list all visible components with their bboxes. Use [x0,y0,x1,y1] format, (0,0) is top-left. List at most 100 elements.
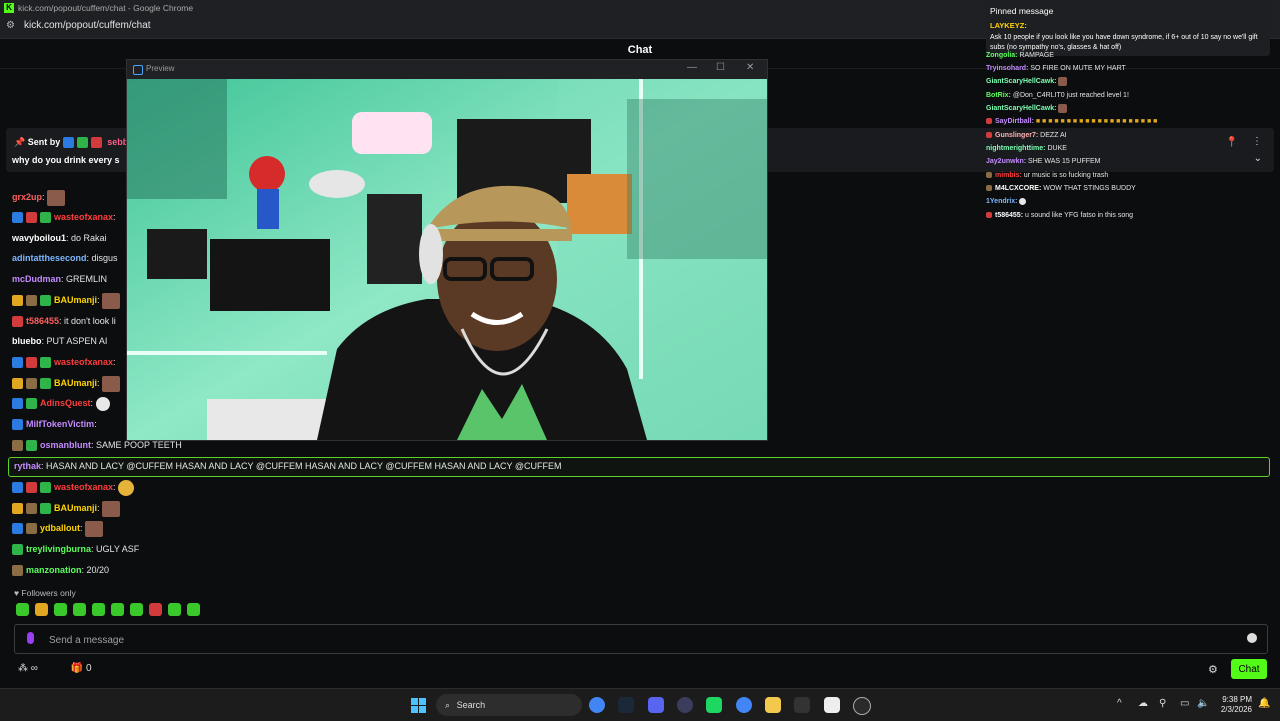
steam-icon[interactable] [618,697,634,713]
overlay-chat-message[interactable]: 1Yendrix: [986,195,1027,208]
chat-username[interactable]: ydballout [40,523,80,533]
chat-message[interactable]: BAUmanji: [12,373,121,393]
chat-message[interactable]: wavyboilou1: do Rakai [12,228,107,248]
overlay-username[interactable]: Tryinsohard: [986,65,1028,72]
overlay-username[interactable]: t586455: [995,212,1023,219]
emote-icon[interactable] [16,603,29,616]
emote-icon[interactable] [73,603,86,616]
site-settings-icon[interactable]: ⚙ [6,20,15,31]
emote-icon[interactable] [130,603,143,616]
pin-icon[interactable]: 📍 [1226,137,1238,148]
chat-message[interactable]: BAUmanji: [12,290,121,310]
overlay-username[interactable]: M4LCXCORE: [995,185,1041,192]
cloud-icon[interactable]: ☁ [1138,698,1148,709]
overlay-chat-message[interactable]: Jay2unwkn: SHE WAS 15 PUFFEM [986,155,1101,168]
pinned-user[interactable]: LAYKEYZ: [990,21,1027,30]
chat-username[interactable]: MilfTokenVictim [26,419,94,429]
display-icon[interactable]: ▭ [1180,698,1189,709]
overlay-username[interactable]: SayDirtball: [995,118,1034,125]
chat-username[interactable]: rythak [14,461,41,471]
chrome-icon[interactable] [589,697,605,713]
tray-chevron-icon[interactable]: ^ [1117,698,1122,709]
overlay-chat-message[interactable]: BotRix: @Don_C4RLIT0 just reached level … [986,89,1129,102]
chat-username[interactable]: bluebo [12,336,42,346]
emote-icon[interactable] [149,603,162,616]
chat-username[interactable]: AdinsQuest [40,398,91,408]
volume-icon[interactable]: 🔈 [1197,698,1209,709]
chat-username[interactable]: BAUmanji [54,503,97,513]
overlay-username[interactable]: nightmerighttime: [986,145,1046,152]
overlay-username[interactable]: GiantScaryHellCawk: [986,105,1056,112]
chevron-down-icon[interactable]: ⌄ [1254,153,1262,164]
overlay-chat-message[interactable]: M4LCXCORE: WOW THAT STINGS BUDDY [986,182,1136,195]
taskbar-clock[interactable]: 9:38 PM 2/3/2026 [1212,695,1252,715]
chat-username[interactable]: wasteofxanax [54,212,113,222]
app-icon-3[interactable] [853,697,871,715]
chat-username[interactable]: t586455 [26,316,59,326]
chat-message[interactable]: wasteofxanax: [12,352,116,372]
chat-username[interactable]: treylivingburna [26,544,91,554]
chat-username[interactable]: BAUmanji [54,295,97,305]
notification-bell-icon[interactable]: 🔔 [1258,698,1270,709]
overlay-chat-message[interactable]: mimbis: ur music is so fucking trash [986,169,1108,182]
preview-window[interactable]: Preview — ☐ ✕ [126,59,768,441]
chat-message[interactable]: adintatthesecond: disgus [12,248,118,268]
file-explorer-icon[interactable] [765,697,781,713]
chat-username[interactable]: adintatthesecond [12,253,87,263]
overlay-username[interactable]: Jay2unwkn: [986,158,1026,165]
overlay-username[interactable]: 1Yendrix: [986,198,1018,205]
chat-message[interactable]: t586455: it don't look li [12,311,116,331]
chat-username[interactable]: manzonation [26,565,82,575]
chat-message[interactable]: manzonation: 20/20 [12,560,109,580]
overlay-username[interactable]: BotRix: [986,92,1011,99]
overlay-chat-message[interactable]: t586455: u sound like YFG fatso in this … [986,209,1133,222]
overlay-chat-message[interactable]: Tryinsohard: SO FIRE ON MUTE MY HART [986,62,1126,75]
chat-username[interactable]: grx2up [12,192,42,202]
network-icon[interactable]: ⚲ [1159,698,1166,709]
emote-icon[interactable] [35,603,48,616]
chat-username[interactable]: wasteofxanax [54,482,113,492]
chat-input-box[interactable] [14,624,1268,654]
overlay-chat-message[interactable]: SayDirtball: ■ ■ ■ ■ ■ ■ ■ ■ ■ ■ ■ ■ ■ ■… [986,115,1157,128]
chat-message-highlight[interactable]: rythak: HASAN AND LACY @CUFFEM HASAN AND… [14,456,562,476]
chat-message[interactable]: grx2up: [12,187,66,207]
more-options-icon[interactable]: ⋮ [1252,136,1262,147]
emoji-picker-icon[interactable] [1247,633,1257,643]
chat-message[interactable]: mcDudman: GREMLIN [12,269,107,289]
overlay-chat-message[interactable]: nightmerighttime: DUKE [986,142,1067,155]
overlay-username[interactable]: mimbis: [995,172,1022,179]
emote-icon[interactable] [187,603,200,616]
taskbar-search[interactable]: ⌕ Search [436,694,582,716]
send-chat-button[interactable]: Chat [1231,659,1267,679]
chat-username[interactable]: osmanblunt [40,440,91,450]
chat-username[interactable]: mcDudman [12,274,61,284]
kick-app-icon[interactable] [706,697,722,713]
app-icon[interactable] [677,697,693,713]
close-icon[interactable]: ✕ [746,62,754,73]
chat-message[interactable]: wasteofxanax: [12,477,135,497]
chat-message[interactable]: BAUmanji: [12,498,121,518]
stream-video[interactable] [127,79,767,440]
minimize-icon[interactable]: — [687,62,697,73]
emote-icon[interactable] [111,603,124,616]
chat-message[interactable]: wasteofxanax: [12,207,116,227]
overlay-username[interactable]: Zongolia: [986,52,1018,59]
url-text[interactable]: kick.com/popout/cuffem/chat [24,20,151,31]
overlay-username[interactable]: Gunslinger7: [995,132,1038,139]
overlay-username[interactable]: GiantScaryHellCawk: [986,78,1056,85]
app-icon-2[interactable] [824,697,840,713]
chat-username[interactable]: wavyboilou1 [12,233,66,243]
chat-username[interactable]: wasteofxanax [54,357,113,367]
discord-icon[interactable] [648,697,664,713]
gift-icon[interactable]: 🎁 [71,663,83,674]
overlay-chat-message[interactable]: GiantScaryHellCawk: [986,75,1068,88]
maximize-icon[interactable]: ☐ [716,62,725,73]
overlay-chat-message[interactable]: Zongolia: RAMPAGE [986,49,1054,62]
chat-message[interactable]: treylivingburna: UGLY ASF [12,539,139,559]
terminal-icon[interactable] [794,697,810,713]
windows-start-icon[interactable] [411,698,426,713]
emote-icon[interactable] [168,603,181,616]
settings-gear-icon[interactable]: ⚙ [1208,663,1218,676]
microphone-icon[interactable] [27,632,34,644]
chat-message[interactable]: MilfTokenVictim: [12,414,97,434]
